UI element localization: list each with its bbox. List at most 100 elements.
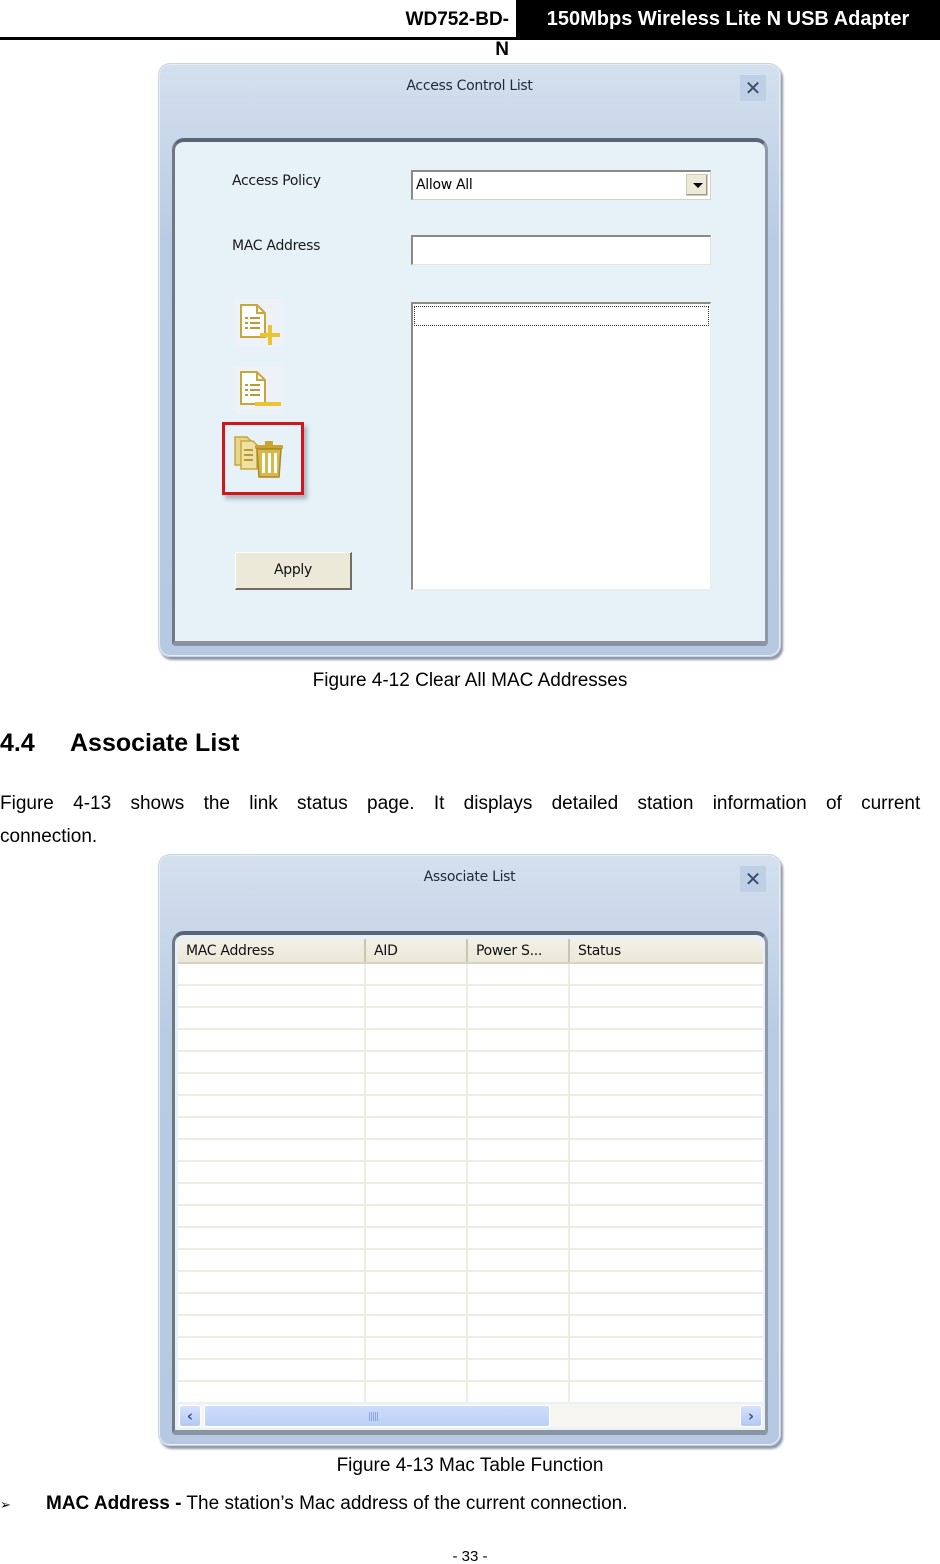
table-row[interactable]: [178, 1360, 763, 1382]
table-cell: [178, 1184, 366, 1204]
column-header-status[interactable]: Status: [570, 939, 763, 962]
figure-caption-4-13: Figure 4-13 Mac Table Function: [336, 1455, 604, 1476]
access-policy-value: Allow All: [416, 177, 473, 193]
table-cell: [468, 986, 570, 1006]
table-cell: [366, 1382, 468, 1402]
mac-address-label: MAC Address: [232, 238, 321, 254]
dialog-body: Access Policy Allow All MAC Address Appl…: [172, 138, 768, 646]
table-cell: [570, 1140, 763, 1160]
table-cell: [468, 1118, 570, 1138]
table-cell: [366, 986, 468, 1006]
chevron-down-icon[interactable]: [686, 174, 708, 196]
table-row[interactable]: [178, 1382, 763, 1402]
table-cell: [178, 1074, 366, 1094]
table-cell: [178, 1052, 366, 1072]
add-entry-button[interactable]: [233, 297, 285, 349]
paragraph-line-1: Figure 4-13 shows the link status page. …: [0, 793, 921, 814]
table-cell: [570, 1162, 763, 1182]
table-cell: [178, 1360, 366, 1380]
apply-button[interactable]: Apply: [235, 552, 352, 590]
table-cell: [468, 1052, 570, 1072]
header-model: WD752-BD-N: [405, 9, 509, 60]
list-focus-row[interactable]: [414, 306, 709, 326]
table-cell: [178, 1008, 366, 1028]
figure-caption-4-12: Figure 4-12 Clear All MAC Addresses: [312, 670, 628, 691]
table-row[interactable]: [178, 1030, 763, 1052]
chevron-left-icon[interactable]: ‹: [179, 1405, 201, 1427]
mac-address-list[interactable]: [411, 302, 711, 590]
table-row[interactable]: [178, 1118, 763, 1140]
table-cell: [468, 1228, 570, 1248]
page-number: - 33 -: [452, 1548, 488, 1564]
table-cell: [570, 1272, 763, 1292]
header-product: 150Mbps Wireless Lite N USB Adapter: [516, 0, 940, 38]
table-cell: [468, 1294, 570, 1314]
table-cell: [570, 1008, 763, 1028]
table-row[interactable]: [178, 1338, 763, 1360]
table-row[interactable]: [178, 1140, 763, 1162]
table-cell: [366, 1118, 468, 1138]
table-row[interactable]: [178, 964, 763, 986]
remove-entry-button[interactable]: [233, 364, 285, 416]
table-cell: [570, 1316, 763, 1336]
dialog-body: MAC Address AID Power S... Status ‹ ›: [172, 931, 768, 1435]
table-row[interactable]: [178, 1184, 763, 1206]
table-cell: [366, 1184, 468, 1204]
table-cell: [178, 964, 366, 984]
associate-table: MAC Address AID Power S... Status: [178, 939, 763, 1402]
table-row[interactable]: [178, 1052, 763, 1074]
table-cell: [178, 1382, 366, 1402]
table-cell: [366, 1140, 468, 1160]
table-cell: [570, 1184, 763, 1204]
table-cell: [468, 964, 570, 984]
clear-all-button[interactable]: [222, 422, 304, 495]
access-control-list-dialog: Access Control List ✕ Access Policy Allo…: [158, 63, 781, 657]
bullet-item: ➢ MAC Address - The station’s Mac address…: [0, 1489, 628, 1521]
table-cell: [570, 986, 763, 1006]
table-row[interactable]: [178, 1272, 763, 1294]
chevron-right-icon[interactable]: ›: [740, 1405, 762, 1427]
access-policy-select[interactable]: Allow All: [411, 170, 711, 200]
column-header-power-save[interactable]: Power S...: [468, 939, 570, 962]
close-icon[interactable]: ✕: [740, 75, 766, 101]
table-cell: [178, 1206, 366, 1226]
table-row[interactable]: [178, 1294, 763, 1316]
paragraph-line-2: connection.: [0, 826, 98, 847]
table-cell: [366, 1294, 468, 1314]
dialog-title: Access Control List: [406, 78, 533, 94]
close-icon[interactable]: ✕: [740, 866, 766, 892]
column-header-mac-address[interactable]: MAC Address: [178, 939, 366, 962]
table-row[interactable]: [178, 1074, 763, 1096]
horizontal-scrollbar[interactable]: ‹ ›: [178, 1404, 763, 1428]
scrollbar-thumb[interactable]: [204, 1405, 550, 1427]
bullet-term: MAC Address -: [46, 1493, 182, 1514]
table-cell: [366, 1162, 468, 1182]
table-row[interactable]: [178, 1250, 763, 1272]
table-cell: [570, 1338, 763, 1358]
table-cell: [570, 1382, 763, 1402]
table-row[interactable]: [178, 1096, 763, 1118]
table-row[interactable]: [178, 1206, 763, 1228]
table-cell: [178, 1250, 366, 1270]
add-entry-icon: [235, 299, 283, 347]
remove-entry-icon: [235, 366, 283, 414]
table-row[interactable]: [178, 1228, 763, 1250]
table-cell: [468, 1338, 570, 1358]
table-row[interactable]: [178, 1162, 763, 1184]
table-row[interactable]: [178, 1316, 763, 1338]
table-cell: [468, 1272, 570, 1292]
section-title: Associate List: [70, 729, 240, 757]
table-cell: [468, 1250, 570, 1270]
table-cell: [468, 1206, 570, 1226]
table-cell: [570, 964, 763, 984]
table-cell: [178, 1316, 366, 1336]
table-cell: [468, 1360, 570, 1380]
mac-address-input[interactable]: [411, 235, 711, 265]
table-cell: [178, 1140, 366, 1160]
table-cell: [366, 1074, 468, 1094]
table-row[interactable]: [178, 1008, 763, 1030]
table-cell: [178, 1228, 366, 1248]
table-cell: [570, 1206, 763, 1226]
table-row[interactable]: [178, 986, 763, 1008]
column-header-aid[interactable]: AID: [366, 939, 468, 962]
